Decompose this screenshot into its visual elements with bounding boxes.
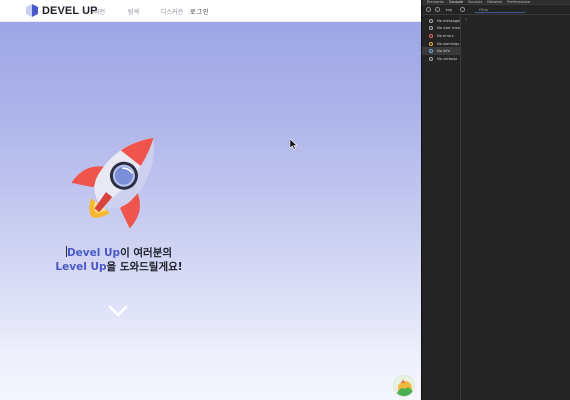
console-filter-input[interactable]: Filter	[475, 7, 526, 13]
top-navigation-bar: DEVEL UP 비전 탐색 디스커션 로그인	[0, 0, 421, 22]
console-prompt-icon: ›	[465, 17, 467, 23]
info-icon	[429, 49, 433, 54]
user-icon	[429, 26, 433, 31]
warning-icon	[429, 41, 433, 46]
floating-action-button[interactable]	[393, 375, 415, 397]
nav-link-explore[interactable]: 탐색	[128, 7, 139, 16]
hero-headline: Devel Up이 여러분의 Level Up을 도와드릴게요!	[40, 246, 198, 274]
devtools-panel: Elements Console Sources Network Perform…	[421, 0, 570, 400]
login-button[interactable]: 로그인	[190, 7, 210, 16]
error-icon	[429, 33, 433, 38]
hero-line-1-text: 이 여러분의	[120, 247, 173, 259]
hero-accent-level-up: Level Up	[55, 261, 107, 273]
web-page: DEVEL UP 비전 탐색 디스커션 로그인 Devel Up이 여러분의 L…	[0, 0, 421, 400]
devtools-tab-elements[interactable]: Elements	[427, 0, 444, 4]
devtools-tab-network[interactable]: Network	[487, 0, 502, 4]
chevron-down-icon[interactable]	[108, 305, 128, 317]
console-sidebar-label: No verbose	[437, 56, 458, 61]
devtools-toolbar: top Filter	[422, 5, 570, 15]
console-sidebar-item[interactable]: No info	[422, 47, 460, 55]
hero-accent-devel-up: Devel Up	[66, 247, 121, 259]
console-sidebar-item[interactable]: No verbose	[422, 55, 460, 63]
brand-name: DEVEL UP	[42, 4, 98, 17]
console-sidebar-label: No user messages	[437, 26, 460, 31]
hero-line-1: Devel Up이 여러분의	[40, 246, 198, 260]
devtools-body: No messages No user messages No errors N…	[422, 15, 570, 400]
landscape-icon	[394, 376, 414, 396]
eye-icon[interactable]	[460, 7, 466, 12]
brand-logo-link[interactable]: DEVEL UP	[26, 4, 98, 17]
console-sidebar-item[interactable]: No user messages	[422, 25, 460, 33]
console-sidebar-label: No warnings	[437, 41, 460, 46]
console-sidebar-item[interactable]: No warnings	[422, 40, 460, 48]
mouse-cursor-icon	[290, 139, 298, 150]
console-sidebar-item[interactable]: No messages	[422, 17, 460, 25]
devtools-tab-console[interactable]: Console	[449, 0, 463, 4]
console-output[interactable]: ›	[461, 15, 570, 400]
console-sidebar-label: No info	[437, 49, 450, 54]
hero-line-2-text: 을 도와드릴게요!	[106, 261, 183, 273]
devtools-tab-performance[interactable]: Performance	[507, 0, 530, 4]
context-selector[interactable]: top	[446, 7, 452, 12]
console-sidebar-label: No errors	[437, 33, 454, 38]
nav-link-discussion[interactable]: 디스커션	[161, 7, 183, 16]
list-icon	[429, 18, 433, 23]
brand-logo-icon	[26, 4, 38, 17]
console-sidebar: No messages No user messages No errors N…	[422, 15, 461, 400]
hero-line-2: Level Up을 도와드릴게요!	[40, 260, 198, 274]
sidebar-toggle-icon[interactable]	[426, 7, 431, 12]
console-sidebar-item[interactable]: No errors	[422, 32, 460, 40]
console-sidebar-label: No messages	[437, 18, 460, 23]
nav-link-vision[interactable]: 비전	[94, 7, 105, 16]
verbose-icon	[429, 56, 433, 61]
devtools-tab-sources[interactable]: Sources	[468, 0, 482, 4]
clear-console-icon[interactable]	[435, 7, 440, 12]
rocket-illustration	[71, 137, 154, 229]
